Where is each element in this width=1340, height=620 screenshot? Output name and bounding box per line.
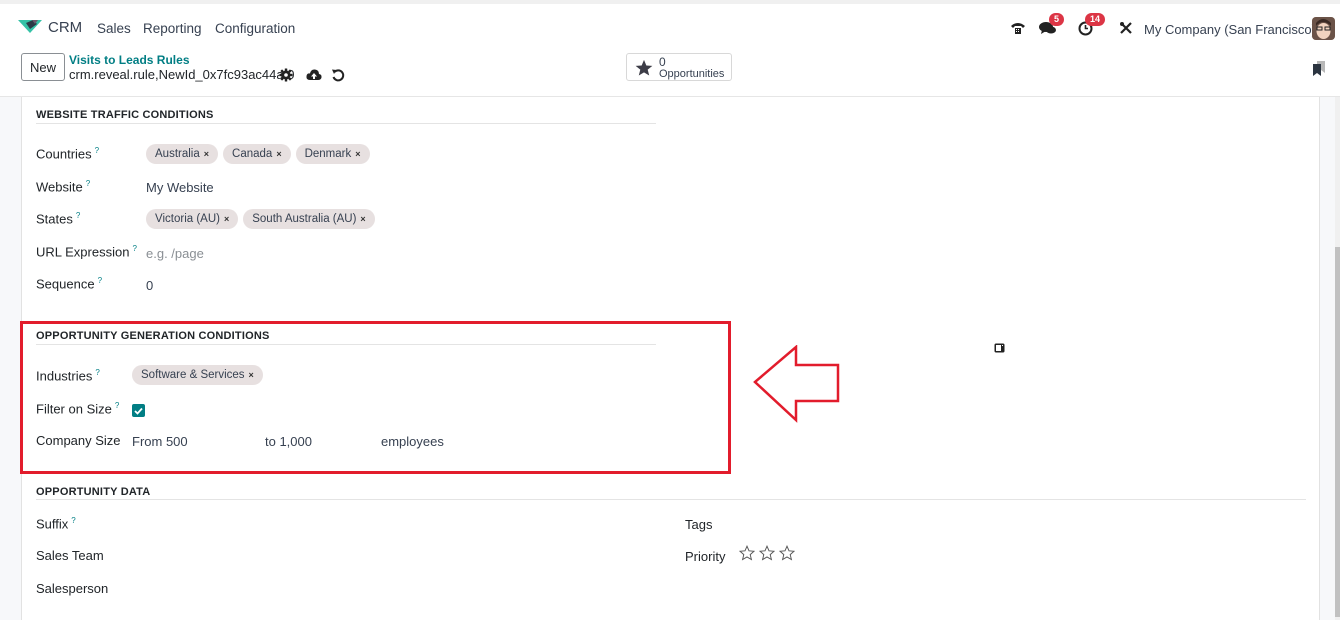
tag-label: Denmark — [304, 148, 352, 160]
state-tag: South Australia (AU) × — [243, 209, 375, 229]
form-content — [0, 97, 1340, 620]
country-tag: Australia × — [146, 144, 219, 164]
suffix-label: Suffix? — [36, 516, 76, 532]
discard-undo-icon[interactable] — [331, 68, 345, 82]
gear-icon[interactable] — [279, 68, 293, 82]
menu-sales[interactable]: Sales — [97, 21, 131, 36]
help-tooltip-icon[interactable]: ? — [95, 146, 99, 155]
industries-field[interactable]: Software & Services × — [132, 365, 263, 385]
app-name[interactable]: CRM — [48, 19, 82, 36]
help-tooltip-icon[interactable]: ? — [95, 368, 99, 377]
section-divider — [36, 344, 656, 345]
annotation-arrow-left-icon — [753, 345, 840, 423]
priority-label: Priority — [685, 549, 726, 564]
opportunities-label: Opportunities — [659, 68, 725, 80]
tag-label: Canada — [232, 148, 273, 160]
control-panel: New Visits to Leads Rules crm.reveal.rul… — [0, 50, 1340, 97]
website-label: Website? — [36, 179, 91, 195]
remove-tag-icon[interactable]: × — [355, 149, 360, 159]
priority-stars[interactable] — [739, 545, 795, 561]
remove-tag-icon[interactable]: × — [249, 370, 254, 380]
help-tooltip-icon[interactable]: ? — [132, 244, 136, 253]
star-icon — [635, 59, 653, 76]
countries-label: Countries? — [36, 146, 100, 162]
sequence-input[interactable]: 0 — [146, 278, 153, 293]
top-navbar: CRM Sales Reporting Configuration 5 14 M… — [0, 0, 1340, 50]
phone-icon[interactable] — [1008, 18, 1028, 38]
tag-label: Software & Services — [141, 369, 245, 381]
opportunities-count: 0 — [659, 55, 666, 69]
url-expression-label: URL Expression? — [36, 244, 137, 260]
tag-label: Australia — [155, 148, 200, 160]
country-tag: Denmark × — [295, 144, 370, 164]
priority-star-icon[interactable] — [739, 545, 755, 561]
remove-tag-icon[interactable]: × — [360, 214, 365, 224]
vertical-scrollbar[interactable] — [1335, 97, 1340, 620]
bookmark-icon[interactable] — [1312, 61, 1326, 77]
remove-tag-icon[interactable]: × — [224, 214, 229, 224]
company-size-from-input[interactable]: From 500 — [132, 434, 188, 449]
salesperson-label: Salesperson — [36, 581, 109, 596]
section-title-opportunity-generation: OPPORTUNITY GENERATION CONDITIONS — [36, 330, 270, 342]
scrollbar-thumb[interactable] — [1335, 247, 1340, 617]
activities-badge: 14 — [1085, 13, 1106, 26]
remove-tag-icon[interactable]: × — [276, 149, 281, 159]
messages-badge: 5 — [1049, 13, 1065, 26]
help-tooltip-icon[interactable]: ? — [115, 401, 119, 410]
record-name: crm.reveal.rule,NewId_0x7fc93ac44af0 — [69, 67, 295, 82]
help-tooltip-icon[interactable]: ? — [86, 179, 90, 188]
company-size-to-input[interactable]: to 1,000 — [265, 434, 312, 449]
company-size-label: Company Size — [36, 433, 121, 448]
sales-team-label: Sales Team — [36, 548, 104, 563]
section-divider — [36, 499, 1306, 500]
menu-configuration[interactable]: Configuration — [215, 21, 295, 36]
chat-icon[interactable]: 5 — [1038, 13, 1065, 38]
new-button[interactable]: New — [21, 53, 65, 81]
activity-clock-icon[interactable]: 14 — [1075, 13, 1106, 38]
countries-field[interactable]: Australia × Canada × Denmark × — [146, 144, 370, 164]
sequence-label: Sequence? — [36, 276, 103, 292]
tag-label: Victoria (AU) — [155, 213, 220, 225]
states-label: States? — [36, 211, 81, 227]
tag-label: South Australia (AU) — [252, 213, 357, 225]
states-field[interactable]: Victoria (AU) × South Australia (AU) × — [146, 209, 375, 229]
priority-star-icon[interactable] — [759, 545, 775, 561]
company-size-unit: employees — [381, 434, 444, 449]
help-tooltip-icon[interactable]: ? — [76, 211, 80, 220]
check-icon — [134, 407, 143, 415]
breadcrumb-visits-to-leads-rules[interactable]: Visits to Leads Rules — [69, 53, 190, 67]
priority-star-icon[interactable] — [779, 545, 795, 561]
section-title-website-traffic: WEBSITE TRAFFIC CONDITIONS — [36, 109, 214, 121]
widget-toggle-icon[interactable] — [994, 343, 1005, 353]
remove-tag-icon[interactable]: × — [204, 149, 209, 159]
help-tooltip-icon[interactable]: ? — [71, 516, 75, 525]
tags-label: Tags — [685, 517, 713, 532]
industry-tag: Software & Services × — [132, 365, 263, 385]
tools-icon[interactable] — [1116, 18, 1136, 38]
menu-reporting[interactable]: Reporting — [143, 21, 202, 36]
crm-logo-icon[interactable] — [18, 18, 42, 34]
url-expression-input[interactable]: e.g. /page — [146, 246, 204, 261]
section-divider — [36, 123, 656, 124]
state-tag: Victoria (AU) × — [146, 209, 239, 229]
website-field[interactable]: My Website — [146, 180, 214, 195]
country-tag: Canada × — [223, 144, 291, 164]
filter-on-size-label: Filter on Size? — [36, 401, 120, 417]
section-title-opportunity-data: OPPORTUNITY DATA — [36, 486, 151, 498]
filter-on-size-checkbox[interactable] — [132, 404, 145, 417]
form-sheet — [21, 97, 1320, 620]
save-cloud-icon[interactable] — [306, 68, 322, 82]
opportunities-smart-button[interactable]: 0 Opportunities — [626, 53, 732, 81]
user-avatar[interactable] — [1312, 17, 1335, 40]
industries-label: Industries? — [36, 368, 100, 384]
help-tooltip-icon[interactable]: ? — [98, 276, 102, 285]
company-switcher[interactable]: My Company (San Francisco) — [1144, 22, 1316, 37]
